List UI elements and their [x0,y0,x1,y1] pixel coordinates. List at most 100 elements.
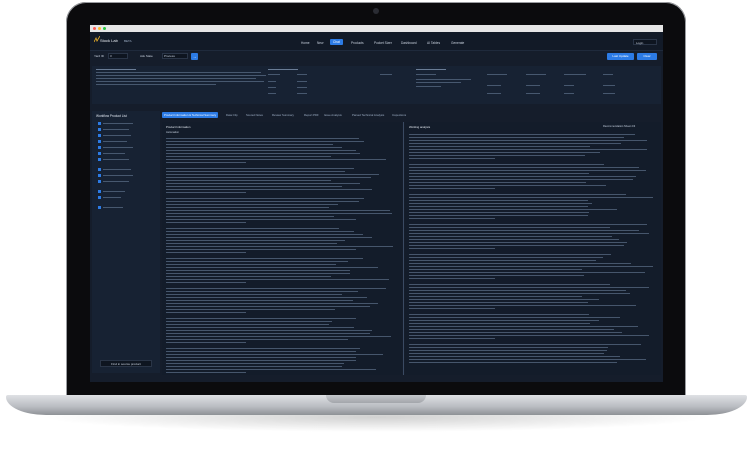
text-line [166,222,246,223]
checkbox[interactable] [98,180,101,183]
checkbox[interactable] [98,190,101,193]
checkbox[interactable] [98,206,101,209]
checkbox[interactable] [98,196,101,199]
text-line [409,275,585,276]
text-line [166,342,246,343]
text-line [409,332,622,333]
nav-pocket-sizer[interactable]: Pocket Sizer [371,40,395,46]
nav-new[interactable]: New [314,40,326,46]
text-line [166,201,359,202]
text-line [409,167,640,168]
tab-product-information[interactable]: Product Information & Technical Summary [162,112,219,118]
text-line [166,249,357,250]
text-line [166,228,339,229]
text-line [409,353,605,354]
checkbox[interactable] [98,134,101,137]
text-line [409,320,599,321]
text-line [409,152,600,153]
text-line [409,188,496,189]
sidebar-item[interactable] [98,173,133,177]
text-line [409,227,611,228]
text-line [166,276,332,277]
text-line [166,168,354,169]
checkbox[interactable] [98,128,101,131]
tab-review-summary[interactable]: Review Summary [270,112,296,118]
tab-inspections[interactable]: Inspections [390,112,408,118]
tab-report-pdf[interactable]: Report PDF [302,112,321,118]
ask-state-select[interactable]: Process [162,53,188,59]
sidebar-item[interactable] [98,205,123,209]
go-button[interactable]: → [191,53,198,60]
nav-home[interactable]: Home [298,40,313,46]
text-line [166,156,331,157]
text-line [166,360,356,361]
text-line [409,134,636,135]
nav-dashboard[interactable]: Dashboard [398,40,420,46]
text-line [409,359,647,360]
checkbox[interactable] [98,146,101,149]
text-line [166,183,360,184]
text-line [409,326,639,327]
login-select[interactable]: Login [633,39,657,45]
tab-data-clip[interactable]: Data Clip [224,112,240,118]
text-line [166,231,355,232]
yard-id-input[interactable]: 3 [108,53,128,59]
text-line [166,186,342,187]
tab-scored-notes[interactable]: Scored Notes [244,112,265,118]
tab-issue-analysis[interactable]: Issue Analysis [322,112,344,118]
text-line [166,297,367,298]
checkbox[interactable] [98,174,101,177]
sidebar-item[interactable] [98,139,127,143]
sidebar-item[interactable] [98,121,133,125]
sidebar-item[interactable] [98,157,129,161]
text-line [166,210,390,211]
sidebar-item[interactable] [98,151,125,155]
text-line [409,338,496,339]
checkbox[interactable] [98,158,101,161]
text-line [166,279,389,280]
checkbox[interactable] [98,122,101,125]
text-line [409,209,618,210]
minimize-icon[interactable] [98,27,101,30]
text-line [409,155,586,156]
text-line [166,141,364,142]
right-pane-title: Working analysis [409,125,431,129]
clear-button[interactable]: Clear [637,53,657,60]
tab-parsed-analysis[interactable]: Parsed Technical Analysis [350,112,386,118]
text-line [166,258,364,259]
text-line [409,242,627,243]
sidebar-item[interactable] [98,127,129,131]
text-line [166,246,394,247]
nav-chat[interactable]: Chat [330,39,343,45]
text-line [409,317,620,318]
find-source-product-button[interactable]: Find in source product [100,360,152,367]
sidebar-item[interactable] [98,145,133,149]
close-icon[interactable] [93,27,96,30]
text-line [166,171,346,172]
text-line [409,200,588,201]
text-line [409,308,496,309]
checkbox[interactable] [98,168,101,171]
sidebar-item[interactable] [98,167,131,171]
nav-generate[interactable]: Generate [448,40,467,46]
sidebar-item[interactable] [98,133,131,137]
text-line [166,261,349,262]
last-update-button[interactable]: Last Update [607,53,634,60]
pane-divider[interactable] [403,122,404,375]
sidebar-item[interactable] [98,179,129,183]
text-line [409,176,636,177]
text-line [166,294,342,295]
text-line [166,312,246,313]
sidebar-item[interactable] [98,195,121,199]
checkbox[interactable] [98,140,101,143]
camera-icon [373,8,379,14]
checkbox[interactable] [98,152,101,155]
text-line [166,204,338,205]
text-line [409,254,611,255]
nav-products[interactable]: Products [348,40,367,46]
nav-ai-tables[interactable]: AI Tables [424,40,443,46]
sidebar-item[interactable] [98,189,125,193]
text-line [409,215,588,216]
content-tabs: Product Information & Technical Summary … [162,111,662,119]
maximize-icon[interactable] [103,27,106,30]
